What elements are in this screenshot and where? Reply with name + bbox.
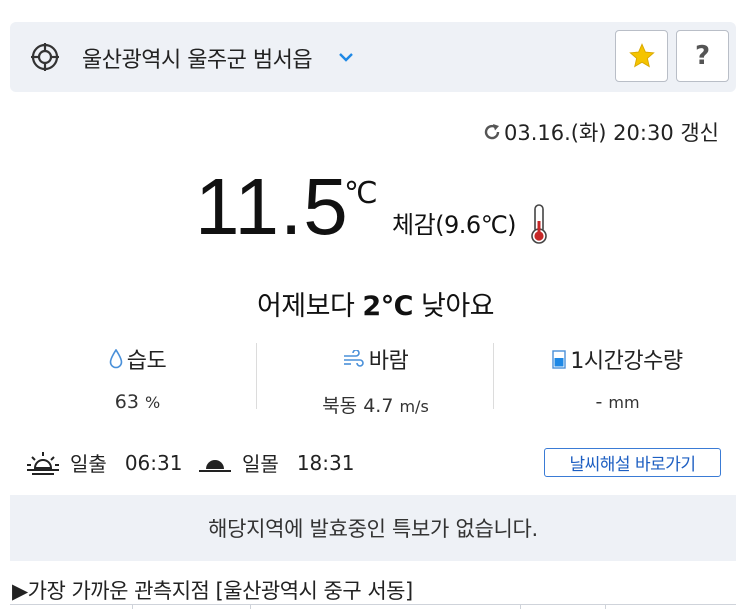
favorite-button[interactable] <box>615 30 668 82</box>
table-column <box>133 605 251 609</box>
weather-alert-notice: 해당지역에 발효중인 특보가 없습니다. <box>10 495 736 561</box>
droplet-icon <box>109 349 123 369</box>
rain-value: - <box>595 391 603 413</box>
comparison-prefix: 어제보다 <box>256 291 363 322</box>
location-bar: 울산광역시 울주군 범서읍 ? <box>10 22 736 92</box>
humidity-stat: 습도 63 % <box>20 343 255 413</box>
stat-divider <box>493 343 494 409</box>
sunrise: 일출 06:31 <box>26 448 182 477</box>
feels-like-temperature: 체감(9.6℃) <box>392 211 517 239</box>
table-column <box>10 605 133 609</box>
wind-unit: m/s <box>399 397 429 416</box>
comparison-suffix: 낮아요 <box>412 291 495 322</box>
humidity-value: 63 <box>114 391 139 413</box>
rain-stat: 1시간강수량 - mm <box>495 343 740 413</box>
rain-gauge-icon <box>552 350 567 369</box>
table-column <box>521 605 606 609</box>
wind-value: 북동 4.7 <box>322 395 394 417</box>
sunset-label: 일몰 <box>242 452 279 476</box>
rain-unit: mm <box>608 393 640 412</box>
sunrise-time: 06:31 <box>124 450 183 475</box>
wind-icon <box>343 350 364 367</box>
sunset: 일몰 18:31 <box>198 448 354 477</box>
update-text: 03.16.(화) 20:30 갱신 <box>503 121 719 145</box>
refresh-icon[interactable] <box>482 122 502 142</box>
update-time: 03.16.(화) 20:30 갱신 <box>482 117 719 147</box>
rain-label: 1시간강수량 <box>570 349 683 374</box>
sunrise-icon <box>27 451 59 475</box>
table-column <box>606 605 736 609</box>
yesterday-comparison: 어제보다 2℃ 낮아요 <box>0 284 751 323</box>
location-name[interactable]: 울산광역시 울주군 범서읍 <box>82 42 313 74</box>
thermometer-icon <box>531 204 547 244</box>
table-column <box>251 605 521 609</box>
star-icon <box>628 43 655 68</box>
help-button[interactable]: ? <box>676 30 729 82</box>
current-temperature: 11.5 <box>195 162 349 251</box>
wind-label: 바람 <box>368 349 409 374</box>
wind-stat: 바람 북동 4.7 m/s <box>258 343 493 418</box>
weather-commentary-button[interactable]: 날씨해설 바로가기 <box>544 448 721 477</box>
comparison-value: 2℃ <box>362 291 413 322</box>
stat-divider <box>256 343 257 409</box>
temperature-unit: ℃ <box>344 176 378 211</box>
humidity-label: 습도 <box>126 349 167 374</box>
humidity-unit: % <box>145 393 161 412</box>
crosshair-icon[interactable] <box>30 42 60 72</box>
nearest-station-heading: ▶가장 가까운 관측지점 [울산광역시 중구 서동] <box>12 579 413 603</box>
observation-table <box>10 604 736 609</box>
sunset-time: 18:31 <box>296 450 355 475</box>
sunrise-label: 일출 <box>70 452 107 476</box>
chevron-down-icon[interactable] <box>336 47 356 67</box>
sunset-icon <box>199 459 231 472</box>
